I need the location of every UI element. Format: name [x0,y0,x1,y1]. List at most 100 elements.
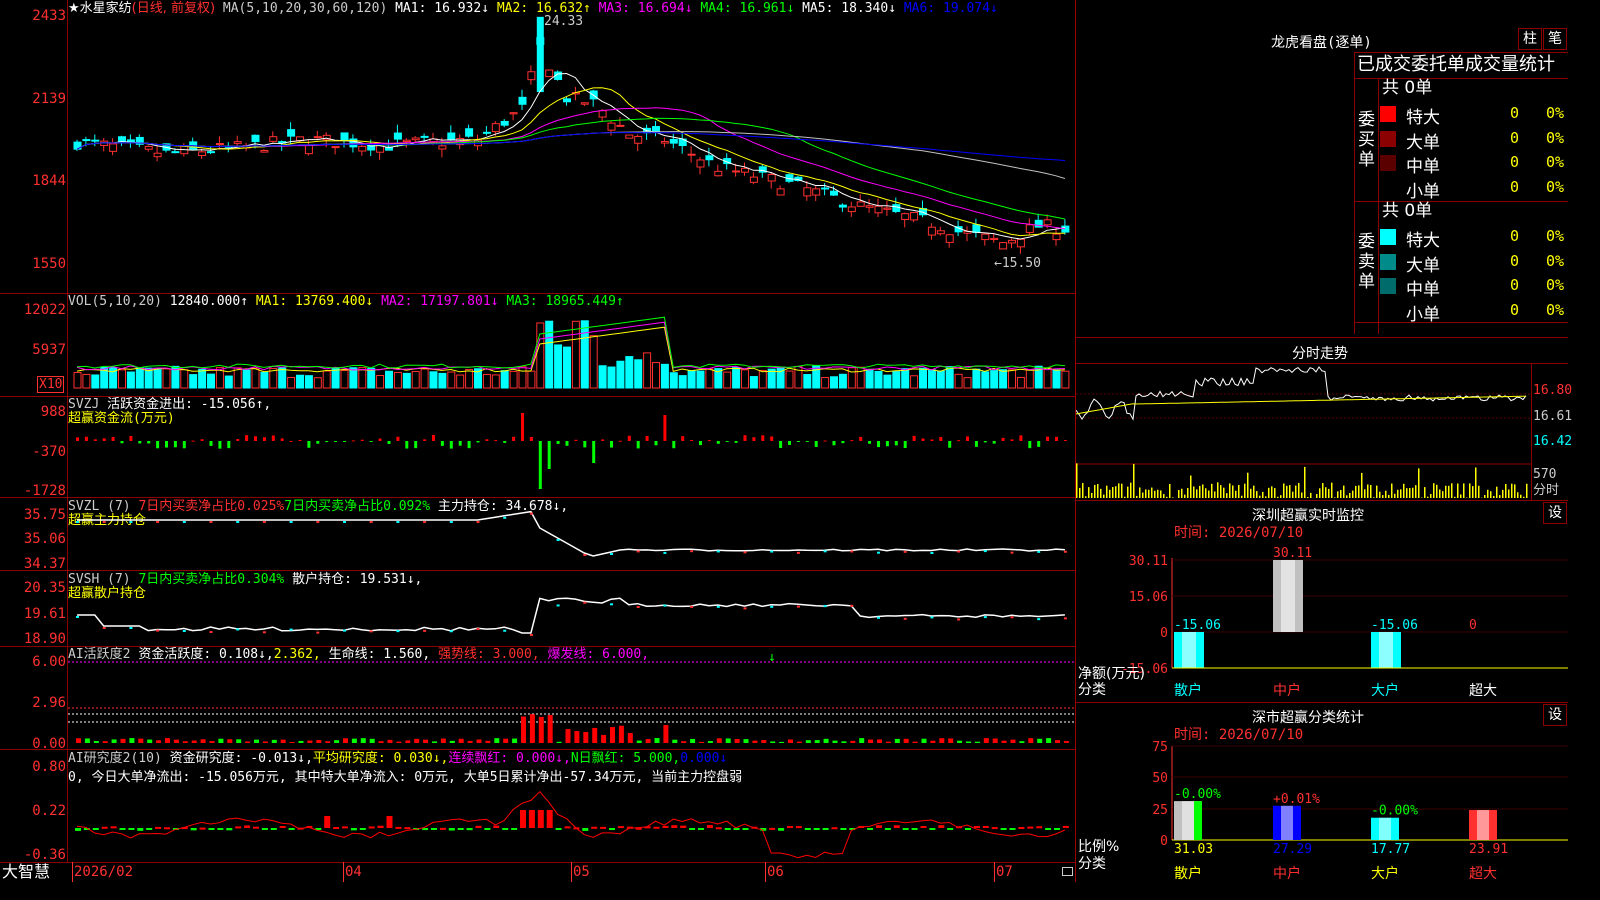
ratio-bar-shine [1379,817,1391,840]
holding-tick [503,516,507,519]
intraday-vol-bar [1136,495,1138,498]
candle-body [927,226,936,236]
volume-bar [705,368,714,389]
intraday-vol-bar [1262,491,1264,498]
category-label: 散户 [1174,682,1202,699]
research-bar [235,826,242,829]
ai-activity-chart[interactable]: ↓ [68,647,1075,749]
volume-bar [73,371,82,389]
intraday-vol-bar [1289,485,1291,498]
research-bar [386,816,393,828]
holding-tick [636,550,640,553]
candle-body [598,110,607,118]
order-type: 中单 [1406,280,1440,300]
volume-bar [821,377,830,389]
candle-body [153,152,162,158]
intraday-vol-bar [1496,486,1498,498]
activity-bar [636,740,642,743]
volume-bar [563,346,571,389]
research-bar [742,828,749,830]
intraday-vol-bar [1079,487,1081,498]
volume-bar [892,371,901,389]
price-axis-label: 1844 [32,173,66,189]
pen-view-button[interactable]: 笔 [1543,28,1567,50]
lhb-tabs[interactable]: 已成交委托单成交量统计 [1357,56,1555,74]
bar-view-button[interactable]: 柱 [1518,28,1542,50]
order-count: 0 [1510,177,1520,196]
intraday-vol-bar [1238,484,1240,498]
flow-bar [209,441,213,446]
intraday-vol-bar [1358,485,1360,498]
volume-bar [251,367,260,389]
flow-bar [512,436,516,441]
activity-bar [654,738,660,743]
main-holding-chart[interactable] [68,498,1075,570]
candle-body [803,187,812,197]
research-bar [617,826,624,829]
volume-bar [607,366,616,389]
research-bar [546,810,553,828]
flow-bar [912,435,916,441]
activity-bar [663,725,669,743]
activity-bar [823,738,829,743]
order-type: 中单 [1406,157,1440,177]
sz-class-settings-button[interactable]: 设 [1543,704,1567,726]
candle-body [901,213,910,220]
flow-bar [503,441,507,443]
date-tick [571,862,572,882]
intraday-vol-bar [1376,485,1378,498]
holding-tick [316,521,320,523]
volume-bar [1008,369,1016,389]
flow-bar [280,438,284,441]
intraday-chart[interactable] [1076,364,1532,500]
research-bar [484,828,491,830]
category-label: 大户 [1371,865,1399,882]
research-bar [795,826,802,829]
research-bar [128,828,135,830]
intraday-vol-bar [1253,485,1255,498]
flow-bar [974,441,978,447]
holding-tick [957,618,961,621]
volume-chart[interactable] [68,294,1075,396]
activity-bar [734,739,740,743]
order-type: 特大 [1406,231,1440,251]
fund-flow-chart[interactable] [68,397,1075,497]
ratio-bar-shine [1477,810,1489,840]
ai-research-axis-label: 0.80 [32,759,66,775]
candlestick-chart[interactable] [68,0,1075,293]
volume-bar [518,366,527,389]
class-ratio-chart[interactable]: 75 50 25 0 -0.00% 31.03 散户 +0.01% 27.29 中户 -0.00% 1… [1076,740,1568,882]
candle-body [936,230,945,235]
order-type: 小单 [1406,181,1440,202]
holding-tick [716,605,720,608]
order-row: 中单 0 0% [1380,273,1568,300]
main-chart-area[interactable]: ★水星家纺(日线, 前复权) MA(5,10,20,30,60,120) MA1… [0,0,1076,882]
ma-line [76,131,1066,179]
sz-monitor-settings-button[interactable]: 设 [1543,502,1567,524]
activity-bar [1028,738,1034,743]
sell-total: 共 0单 [1382,201,1433,221]
net-amount-chart[interactable]: 30.1115.060-15.06-15.06散户30.11中户-15.06大户… [1076,540,1568,702]
holding-tick [102,521,106,523]
intraday-vol-bar [1364,489,1366,498]
intraday-vol-bar [1307,496,1309,498]
lock-icon[interactable] [1062,867,1073,876]
flow-bar [654,441,658,446]
candle-body [269,136,278,142]
intraday-vol-bar [1247,472,1249,498]
intraday-vol-bar [1091,492,1093,498]
holding-tick [877,616,880,619]
research-bar [1036,826,1043,829]
ai-research-chart[interactable] [68,750,1075,862]
research-bar [439,827,446,830]
flow-bar [476,441,480,443]
activity-bar [423,739,429,743]
research-bar [110,826,117,829]
retail-holding-chart[interactable] [68,571,1075,646]
flow-bar [102,438,106,441]
flow-bar [583,441,587,448]
research-bar [778,828,785,831]
activity-bar [191,740,197,743]
volume-bar [669,372,678,389]
holding-tick [930,616,934,619]
